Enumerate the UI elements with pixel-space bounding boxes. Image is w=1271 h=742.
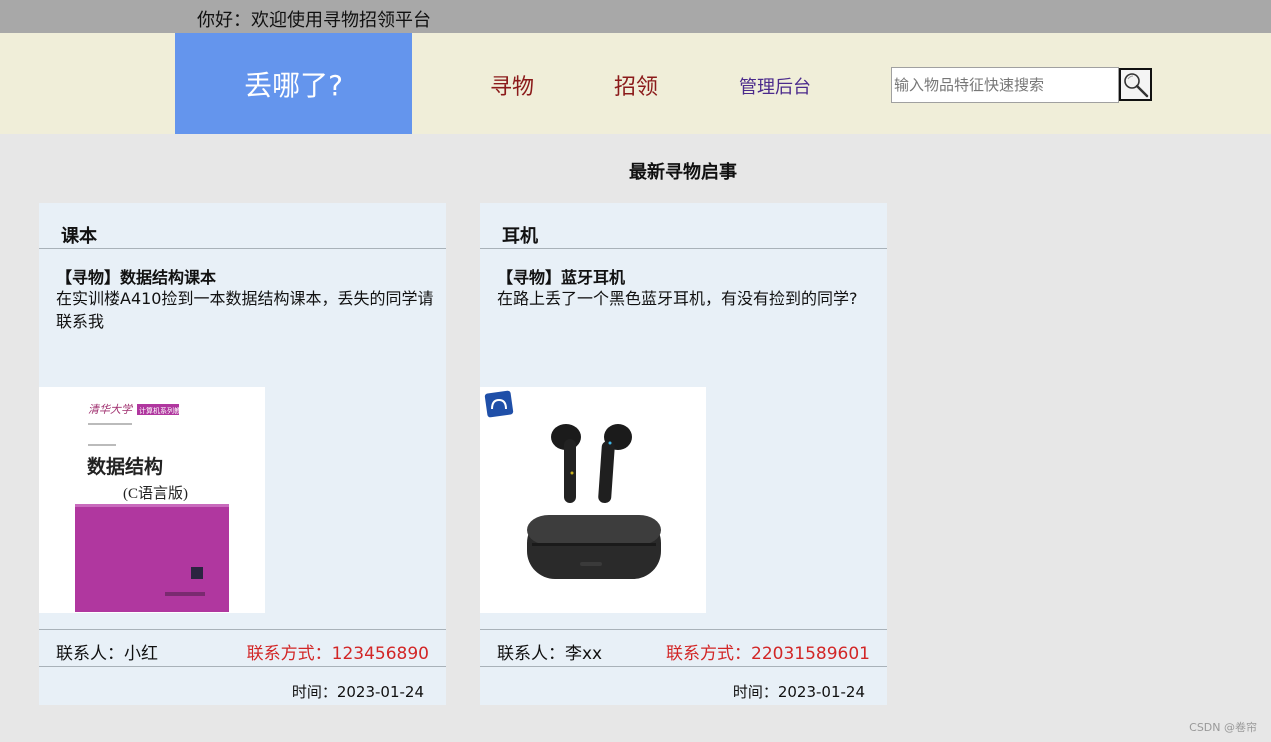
search-input[interactable] bbox=[891, 67, 1119, 103]
book-publisher: 清华大学 bbox=[88, 403, 134, 416]
card-category: 耳机 bbox=[502, 226, 538, 247]
card-divider bbox=[39, 629, 446, 630]
card-divider bbox=[480, 248, 887, 249]
nav-found-items[interactable]: 招领 bbox=[614, 69, 658, 101]
card-divider bbox=[39, 666, 446, 667]
site-logo[interactable]: 丢哪了? bbox=[175, 33, 412, 134]
watermark: CSDN @卷帘 bbox=[1189, 721, 1257, 734]
post-time: 时间：2023-01-24 bbox=[291, 683, 424, 701]
section-title: 最新寻物启事 bbox=[629, 162, 737, 183]
card-divider bbox=[480, 666, 887, 667]
top-bar: 你好：欢迎使用寻物招领平台 bbox=[0, 0, 1271, 33]
brand-logo-icon bbox=[484, 390, 514, 418]
nav-admin[interactable]: 管理后台 bbox=[739, 73, 811, 99]
book-edition: (C语言版) bbox=[123, 485, 188, 502]
nav-lost-items[interactable]: 寻物 bbox=[490, 69, 534, 101]
textbook-image: 清华大学 计算机系列教材 数据结构 (C语言版) bbox=[39, 387, 265, 613]
card-title[interactable]: 【寻物】数据结构课本 bbox=[56, 264, 216, 288]
card-category: 课本 bbox=[61, 226, 97, 247]
earbuds-image bbox=[480, 387, 706, 613]
contact-person: 联系人：小红 bbox=[56, 644, 158, 664]
card-title[interactable]: 【寻物】蓝牙耳机 bbox=[497, 264, 625, 288]
contact-phone: 联系方式：22031589601 bbox=[666, 644, 870, 664]
card-divider bbox=[480, 629, 887, 630]
post-time: 时间：2023-01-24 bbox=[732, 683, 865, 701]
contact-person: 联系人：李xx bbox=[497, 644, 603, 664]
card-description: 在路上丢了一个黑色蓝牙耳机，有没有捡到的同学? bbox=[497, 289, 858, 308]
lost-item-card[interactable]: 耳机 【寻物】蓝牙耳机 在路上丢了一个黑色蓝牙耳机，有没有捡到的同学? 联系人：… bbox=[480, 203, 887, 705]
card-divider bbox=[39, 248, 446, 249]
nav-bar: 丢哪了? 寻物 招领 管理后台 bbox=[0, 33, 1271, 134]
magnifier-icon bbox=[1124, 73, 1149, 98]
book-title: 数据结构 bbox=[87, 455, 163, 478]
card-description: 在实训楼A410捡到一本数据结构课本，丢失的同学请联系我 bbox=[56, 289, 434, 331]
contact-phone: 联系方式：123456890 bbox=[246, 644, 429, 664]
book-series: 计算机系列教材 bbox=[139, 406, 188, 415]
greeting-text: 你好：欢迎使用寻物招领平台 bbox=[197, 10, 431, 31]
search-button[interactable] bbox=[1119, 68, 1152, 101]
lost-item-card[interactable]: 课本 【寻物】数据结构课本 在实训楼A410捡到一本数据结构课本，丢失的同学请联… bbox=[39, 203, 446, 705]
